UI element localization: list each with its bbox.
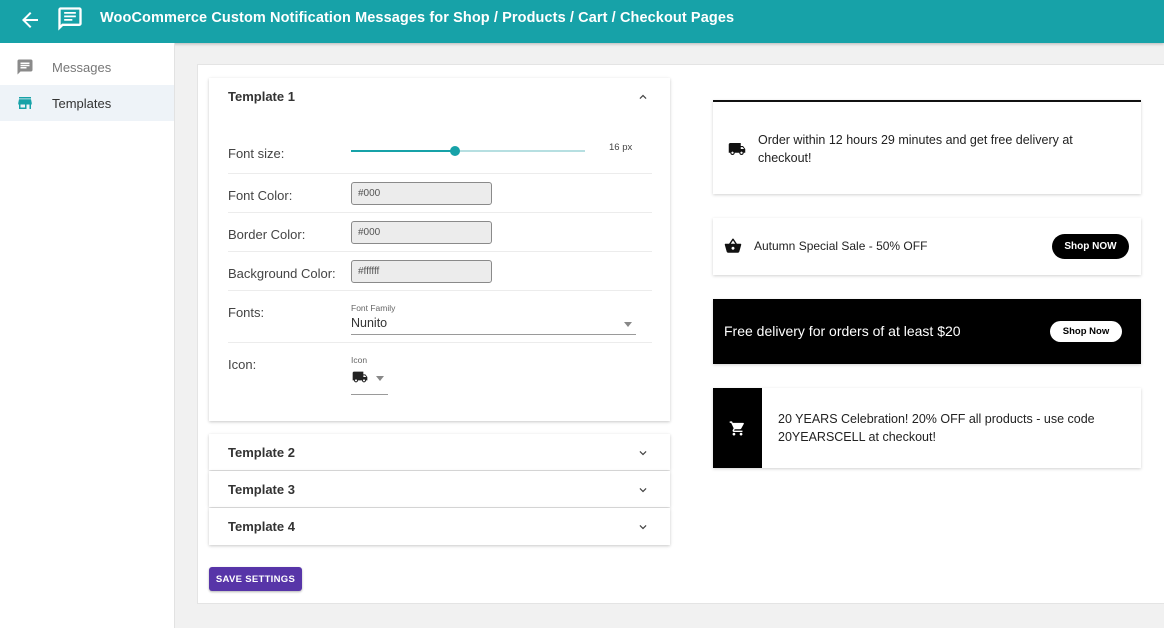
template-4-panel[interactable]: Template 4 [209,508,670,545]
template-3-panel[interactable]: Template 3 [209,471,670,507]
app-bar: WooCommerce Custom Notification Messages… [0,0,1164,43]
template-4-header[interactable]: Template 4 [209,508,670,544]
template-1-panel: Template 1 Font size: 16 px Font Color: … [209,78,670,421]
preview-message: Free delivery for orders of at least $20 [724,323,961,339]
background-color-input[interactable] [351,260,492,283]
arrow-left-icon[interactable] [18,8,42,32]
cart-icon [729,421,744,436]
preview-template-3: Free delivery for orders of at least $20… [713,299,1141,364]
font-color-label: Font Color: [228,188,293,203]
template-title: Template 3 [228,481,295,497]
template-title: Template 2 [228,444,295,460]
font-size-slider[interactable] [351,146,585,156]
message-icon [17,59,33,75]
template-3-header[interactable]: Template 3 [209,471,670,507]
icon-block [713,388,762,468]
preview-template-1: Order within 12 hours 29 minutes and get… [713,100,1141,194]
sidebar-item-templates[interactable]: Templates [0,85,174,121]
fonts-row: Fonts: Font Family Nunito [228,291,652,343]
border-color-label: Border Color: [228,227,306,242]
background-color-label: Background Color: [228,266,336,281]
icon-row: Icon: Icon [228,343,652,403]
icon-select[interactable]: Icon [351,355,388,395]
template-2-panel[interactable]: Template 2 [209,434,670,470]
caret-down-icon [376,376,384,381]
sidebar: Messages Templates [0,43,175,628]
page-title: WooCommerce Custom Notification Messages… [100,10,735,26]
chevron-down-icon[interactable] [636,446,650,460]
slider-fill [351,150,455,152]
truck-icon [728,143,746,155]
template-title: Template 1 [228,88,295,104]
chevron-up-icon[interactable] [636,90,650,104]
sidebar-item-label: Templates [52,95,112,111]
font-family-value: Nunito [351,316,388,330]
shop-now-button[interactable]: Shop NOW [1052,234,1129,259]
font-size-row: Font size: 16 px [228,124,652,174]
slider-thumb[interactable] [450,146,460,156]
preview-template-2: Autumn Special Sale - 50% OFF Shop NOW [713,218,1141,275]
border-color-input[interactable] [351,221,492,244]
font-color-input[interactable] [351,182,492,205]
border-color-row: Border Color: [228,213,652,252]
store-icon [18,97,32,109]
preview-message: Order within 12 hours 29 minutes and get… [758,133,1073,165]
sidebar-item-messages[interactable]: Messages [0,49,174,85]
shop-now-button[interactable]: Shop Now [1050,321,1122,342]
icon-field-label: Icon [351,355,368,365]
sidebar-item-label: Messages [52,59,112,75]
message-box-icon [58,7,82,31]
preview-message: 20 YEARS Celebration! 20% OFF all produc… [778,412,1095,444]
truck-icon [352,371,368,383]
template-1-header[interactable]: Template 1 [209,78,670,114]
template-2-header[interactable]: Template 2 [209,434,670,470]
font-color-row: Font Color: [228,174,652,213]
preview-template-4: 20 YEARS Celebration! 20% OFF all produc… [713,388,1141,468]
font-size-value: 16 px [609,142,633,153]
preview-message: Autumn Special Sale - 50% OFF [754,239,928,253]
icon-label: Icon: [228,357,257,372]
template-title: Template 4 [228,518,295,534]
caret-down-icon [624,322,632,327]
font-size-label: Font size: [228,146,285,161]
chevron-down-icon[interactable] [636,520,650,534]
save-settings-button[interactable]: SAVE SETTINGS [209,567,302,591]
font-family-select[interactable]: Font Family Nunito [351,303,636,335]
basket-icon [724,238,742,253]
font-family-field-label: Font Family [351,303,396,313]
chevron-down-icon[interactable] [636,483,650,497]
background-color-row: Background Color: [228,252,652,291]
fonts-label: Fonts: [228,305,265,320]
